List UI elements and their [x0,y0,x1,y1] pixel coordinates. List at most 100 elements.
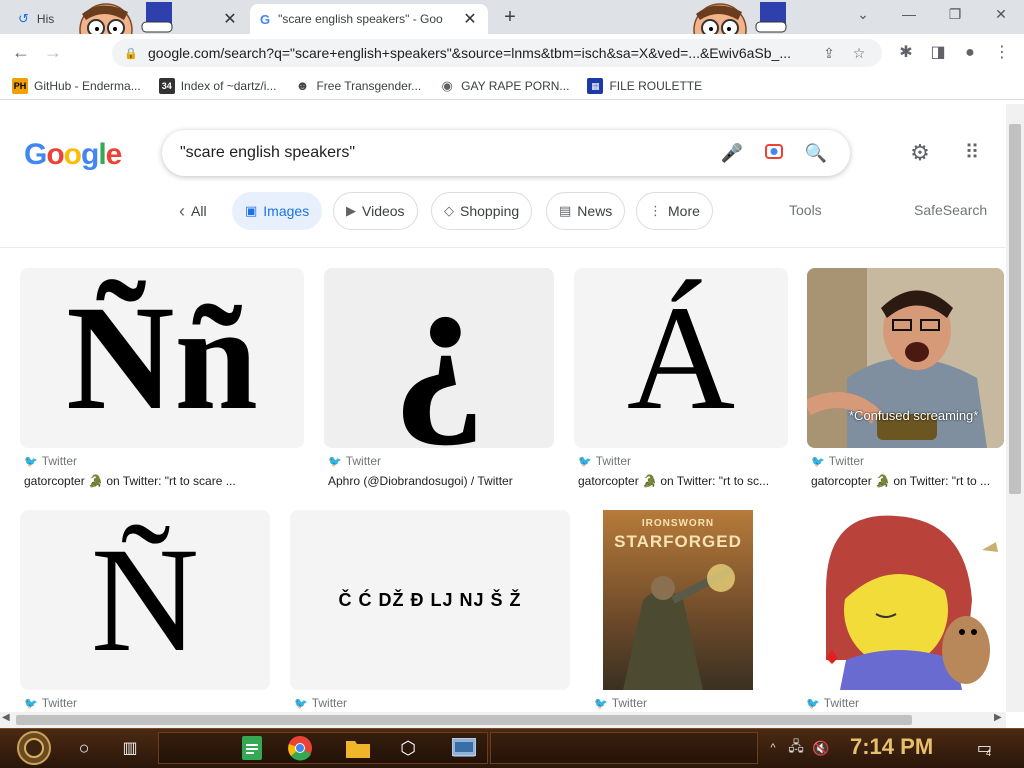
bookmark-item[interactable]: ▦ FILE ROULETTE [587,77,703,94]
url-text: google.com/search?q="scare+english+speak… [148,45,792,61]
result-glyph: Č Ć DŽ Đ LJ NJ Š Ž [338,589,522,610]
tab-label: More [668,203,700,219]
source-label: Twitter [41,454,78,468]
bookmark-item[interactable]: ☻ Free Transgender... [294,77,421,94]
network-icon[interactable]: 🖧 [786,734,806,762]
result-caption[interactable]: gatorcopter 🐊 on Twitter: "rt to scare .… [24,474,304,488]
image-icon: ▣ [245,203,258,218]
bookmark-item[interactable]: 34 Index of ~dartz/i... [158,77,277,94]
minimize-button[interactable]: — [886,4,932,26]
result-source[interactable]: 🐦 Twitter [24,696,77,710]
result-thumbnail[interactable]: IRONSWORN STARFORGED [590,510,766,690]
unity-app-icon[interactable]: ⬡ [394,734,422,762]
chrome-app-icon[interactable] [286,734,314,762]
result-thumbnail[interactable] [786,510,1004,690]
lock-icon: 🔒 [124,47,138,60]
search-icon[interactable]: 🔍 [800,143,832,164]
share-icon[interactable]: ⇪ [818,45,840,62]
horizontal-scrollbar-thumb[interactable] [16,715,912,725]
scroll-right-arrow-icon[interactable]: ▶ [994,712,1002,723]
app-window-icon[interactable] [450,734,478,762]
forward-button[interactable]: → [42,42,64,64]
tab-shopping[interactable]: ◇ Shopping [431,192,533,230]
result-glyph: ¿ [391,268,487,448]
result-source[interactable]: 🐦 Twitter [806,696,859,710]
profile-avatar[interactable]: ● [958,42,982,64]
result-source[interactable]: 🐦 Twitter [594,696,647,710]
taskbar-empty-area [490,732,758,764]
settings-gear-icon[interactable]: ⚙ [906,140,934,168]
tab-news[interactable]: ▤ News [546,192,626,230]
google-logo[interactable]: Google [24,138,122,172]
bookmark-star-icon[interactable]: ☆ [848,45,870,62]
new-tab-button[interactable]: + [498,6,522,30]
notification-center-icon[interactable]: ▭ 4 [970,734,998,762]
tab-more[interactable]: ⋮ More [636,192,713,230]
file-explorer-icon[interactable] [344,734,372,762]
close-tab-button[interactable]: ✕ [462,9,478,29]
twitter-icon: 🐦 [806,697,820,710]
tab-images[interactable]: ▣ Images [232,192,323,230]
result-source[interactable]: 🐦 Twitter [811,454,864,468]
task-view-icon[interactable]: ▥ [118,734,142,762]
bookmark-label: Index of ~dartz/i... [180,78,277,93]
browser-menu-icon[interactable]: ⋮ [990,42,1014,64]
bookmark-label: GitHub - Enderma... [34,78,141,93]
result-source[interactable]: 🐦 Twitter [578,454,631,468]
scroll-left-arrow-icon[interactable]: ◀ [2,712,10,723]
bookmark-item[interactable]: PH GitHub - Enderma... [12,77,141,94]
google-apps-icon[interactable]: ⠿ [958,140,986,168]
tab-label: Videos [362,203,405,219]
address-bar[interactable]: 🔒 google.com/search?q="scare+english+spe… [112,39,882,67]
search-input[interactable]: "scare english speakers" [180,144,706,162]
chevron-left-icon: ‹ [179,200,185,221]
side-panel-icon[interactable]: ◨ [926,42,950,64]
bookmark-favicon-icon: ☻ [294,77,311,94]
bookmark-item[interactable]: ◉ GAY RAPE PORN... [439,77,569,94]
result-caption[interactable]: gatorcopter 🐊 on Twitter: "rt to sc... [578,474,786,488]
voice-search-icon[interactable]: 🎤 [716,143,748,164]
safesearch-button[interactable]: SafeSearch [914,202,987,218]
result-thumbnail[interactable]: *Confused screaming* [807,268,1004,448]
tab-label: Images [263,203,310,219]
twitter-icon: 🐦 [594,697,608,710]
volume-muted-icon[interactable]: 🔇 [810,734,832,762]
notification-count: 4 [986,748,992,758]
result-source[interactable]: 🐦 Twitter [24,454,77,468]
result-source[interactable]: 🐦 Twitter [294,696,347,710]
bookmark-label: FILE ROULETTE [609,78,703,93]
result-thumbnail[interactable]: Ññ [20,268,304,448]
result-caption[interactable]: gatorcopter 🐊 on Twitter: "rt to ... [811,474,1003,488]
tab-videos[interactable]: ▶ Videos [333,192,418,230]
search-box[interactable]: "scare english speakers" 🎤 🔍 [162,130,850,176]
vertical-scrollbar-thumb[interactable] [1009,124,1021,494]
tab-search-button[interactable]: ⌄ [840,4,886,26]
back-button[interactable]: ← [10,42,32,64]
search-circle-icon[interactable]: ○ [72,734,96,762]
history-icon: ↺ [18,11,29,26]
sheets-app-icon[interactable] [238,734,266,762]
taskbar-clock[interactable]: 7:14 PM [850,734,933,760]
close-tab-button[interactable]: ✕ [222,9,238,29]
twitter-icon: 🐦 [24,697,38,710]
start-button[interactable] [10,730,58,766]
lens-icon[interactable] [758,141,790,166]
show-hidden-icons-icon[interactable]: ^ [764,734,782,762]
divider [0,247,1006,248]
tab-google-search[interactable]: G "scare english speakers" - Goo ✕ [250,4,488,34]
result-caption[interactable]: Aphro (@Diobrandosugoi) / Twitter [328,474,558,488]
result-thumbnail[interactable]: Ñ [20,510,270,690]
tab-all[interactable]: ‹ All [166,192,220,230]
extensions-icon[interactable]: ✱ [894,42,918,64]
tab-label: Shopping [460,203,520,219]
restore-button[interactable]: ❐ [932,4,978,26]
result-source[interactable]: 🐦 Twitter [328,454,381,468]
book-title: STARFORGED [614,532,742,551]
close-window-button[interactable]: ✕ [978,4,1024,26]
tag-icon: ◇ [444,203,454,218]
result-thumbnail[interactable]: ¿ [324,268,554,448]
result-thumbnail[interactable]: Č Ć DŽ Đ LJ NJ Š Ž [290,510,570,690]
result-thumbnail[interactable]: Á [574,268,788,448]
reload-button[interactable] [74,42,96,64]
tools-button[interactable]: Tools [789,202,822,218]
